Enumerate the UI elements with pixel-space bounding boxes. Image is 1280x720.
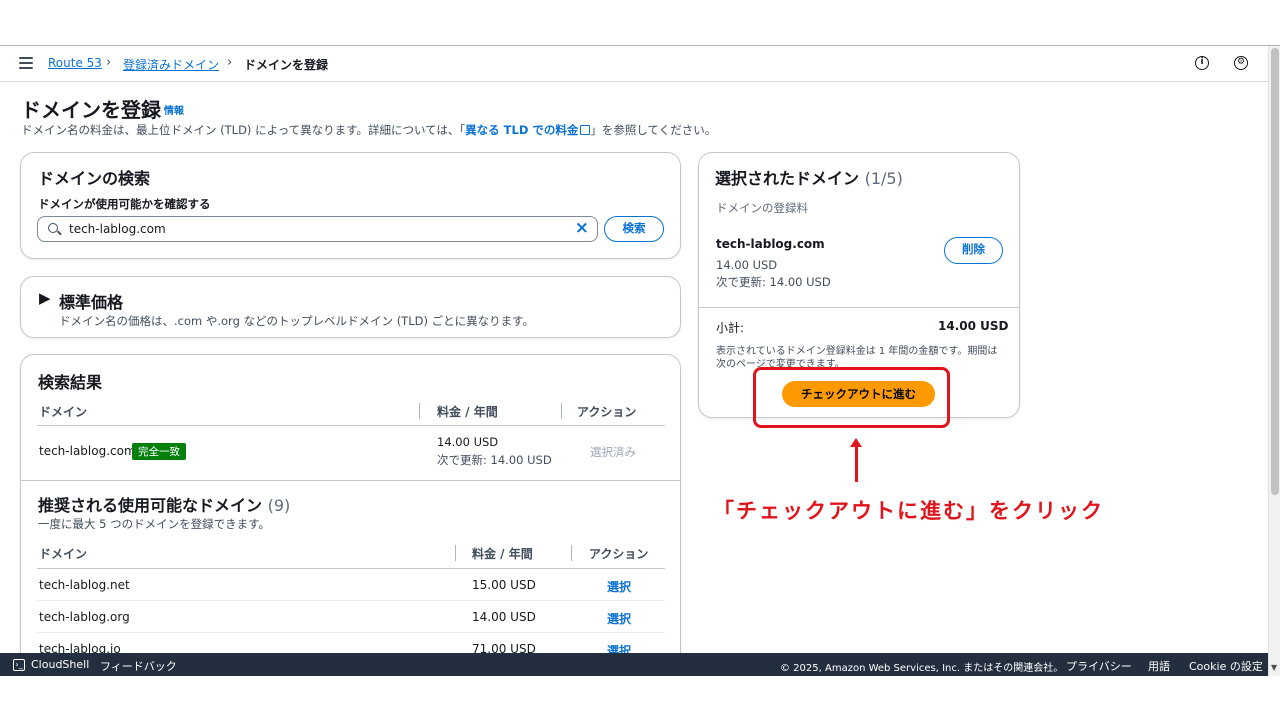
selected-renewal: 次で更新: 14.00 USD (716, 275, 831, 289)
chevron-right-icon: › (106, 55, 112, 70)
annotation-highlight-box (753, 367, 950, 428)
result-renewal: 次で更新: 14.00 USD (437, 453, 552, 467)
standard-pricing-desc: ドメイン名の価格は、.com や.org などのトップレベルドメイン (TLD)… (59, 314, 534, 328)
col-price: 料金 / 年間 (472, 547, 533, 561)
scrollbar-thumb[interactable] (1271, 48, 1279, 495)
selected-title: 選択されたドメイン (1/5) (715, 169, 903, 188)
result-price: 14.00 USD (437, 435, 499, 449)
col-domain: ドメイン (39, 547, 88, 561)
cloudshell-icon[interactable]: ›_ (13, 659, 25, 671)
desc-text: ドメイン名の料金は、最上位ドメイン (TLD) によって異なります。詳細について… (21, 123, 466, 137)
page-scrollbar[interactable]: ▼ (1268, 46, 1280, 676)
selected-domain: tech-lablog.com (716, 237, 825, 251)
info-link[interactable]: 情報 (164, 102, 184, 117)
search-button[interactable]: 検索 (604, 216, 664, 242)
menu-icon[interactable] (19, 57, 33, 69)
standard-pricing-title[interactable]: 標準価格 (59, 289, 123, 313)
search-label: ドメインが使用可能かを確認する (38, 197, 211, 211)
row-divider (37, 600, 665, 601)
clear-icon[interactable]: × (575, 218, 589, 238)
header-divider (37, 568, 665, 569)
breadcrumb-bar: Route 53 › 登録済みドメイン › ドメインを登録 i ⚙ (0, 46, 1268, 82)
breadcrumb-route53[interactable]: Route 53 (48, 56, 102, 70)
desc-text-end: 」を参照してください。 (590, 123, 717, 137)
suggested-price: 14.00 USD (472, 610, 536, 624)
selected-count: (1/5) (864, 169, 903, 188)
column-separator (419, 403, 420, 419)
suggested-title: 推奨される使用可能なドメイン (9) (38, 496, 291, 515)
terms-link[interactable]: 用語 (1148, 658, 1170, 674)
row-divider (37, 632, 665, 633)
select-button[interactable]: 選択 (607, 610, 631, 627)
copyright-text: © 2025, Amazon Web Services, Inc. またはその関… (780, 663, 1064, 674)
domain-search-card: ドメインの検索 ドメインが使用可能かを確認する tech-lablog.com … (20, 152, 681, 259)
tld-pricing-link[interactable]: 異なる TLD での料金 (465, 123, 591, 137)
results-title: 検索結果 (38, 373, 103, 392)
privacy-link[interactable]: プライバシー (1066, 658, 1132, 674)
suggested-desc: 一度に最大 5 つのドメインを登録できます。 (38, 517, 270, 531)
selected-subtitle: ドメインの登録料 (716, 201, 808, 215)
search-title: ドメインの検索 (38, 169, 151, 188)
subtotal-label: 小計: (716, 321, 745, 335)
result-domain: tech-lablog.com (39, 444, 136, 458)
chevron-right-icon: › (227, 55, 233, 70)
col-action: アクション (589, 547, 649, 561)
scroll-down-icon[interactable]: ▼ (1271, 663, 1277, 672)
column-separator (455, 545, 456, 561)
cloudshell-link[interactable]: CloudShell (31, 658, 89, 671)
settings-icon[interactable]: ⚙ (1234, 56, 1248, 70)
annotation-text: 「チェックアウトに進む」をクリック (713, 499, 1104, 523)
selected-status: 選択済み (590, 445, 636, 459)
console-footer: ›_ CloudShell フィードバック © 2025, Amazon Web… (0, 653, 1268, 676)
console-viewport: Route 53 › 登録済みドメイン › ドメインを登録 i ⚙ ドメインを登… (0, 45, 1280, 676)
col-price: 料金 / 年間 (437, 405, 498, 419)
standard-pricing-card[interactable]: ▶ 標準価格 ドメイン名の価格は、.com や.org などのトップレベルドメイ… (20, 276, 681, 338)
section-divider (699, 307, 1019, 308)
expand-icon[interactable]: ▶ (39, 289, 51, 307)
search-results-card: 検索結果 ドメイン 料金 / 年間 アクション tech-lablog.com … (20, 354, 681, 676)
page-description: ドメイン名の料金は、最上位ドメイン (TLD) によって異なります。詳細について… (21, 122, 716, 138)
suggested-price: 15.00 USD (472, 578, 536, 592)
subtotal-value: 14.00 USD (938, 319, 1009, 333)
suggested-domain: tech-lablog.net (39, 578, 130, 592)
search-value[interactable]: tech-lablog.com (69, 222, 166, 236)
cookie-settings-link[interactable]: Cookie の設定 (1189, 658, 1263, 674)
col-action: アクション (577, 405, 637, 419)
header-divider (37, 425, 665, 426)
breadcrumb-registered-domains[interactable]: 登録済みドメイン (123, 56, 219, 73)
column-separator (561, 403, 562, 419)
exact-match-badge: 完全一致 (132, 443, 186, 460)
remove-button[interactable]: 削除 (944, 237, 1003, 264)
suggested-domain: tech-lablog.org (39, 610, 130, 624)
annotation-arrow (855, 446, 858, 482)
page-title: ドメインを登録 (21, 98, 161, 122)
section-divider (21, 480, 680, 481)
domain-search-input[interactable]: tech-lablog.com × (37, 216, 598, 242)
col-domain: ドメイン (39, 405, 88, 419)
info-icon[interactable]: i (1195, 56, 1209, 70)
search-icon (48, 223, 58, 233)
selected-price: 14.00 USD (716, 258, 778, 272)
select-button[interactable]: 選択 (607, 578, 631, 595)
external-link-icon (580, 125, 591, 135)
feedback-link[interactable]: フィードバック (100, 658, 177, 674)
suggested-count: (9) (267, 496, 291, 515)
breadcrumb-current: ドメインを登録 (244, 58, 329, 72)
column-separator (571, 545, 572, 561)
